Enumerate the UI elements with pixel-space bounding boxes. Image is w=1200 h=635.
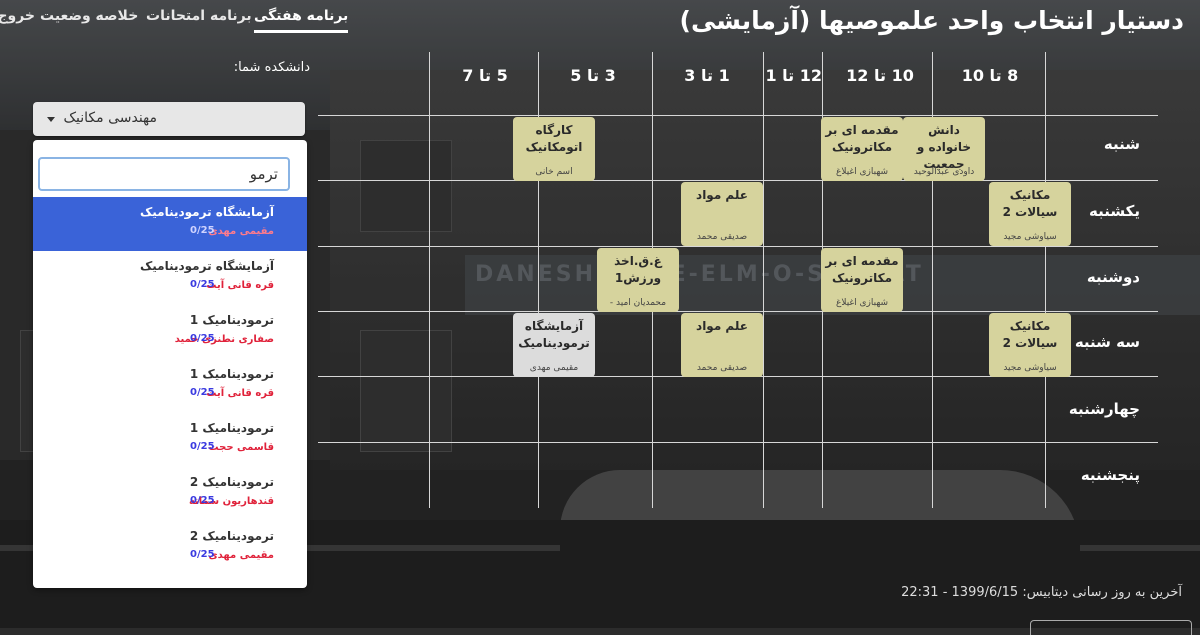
course-option[interactable]: ترمودینامیک 1 قاسمی حجت 0/25 [33, 413, 307, 467]
class-name: علم مواد [696, 188, 748, 202]
class-card[interactable]: مکانیک سیالات 2 سیاوشی مجید [989, 182, 1071, 246]
time-header: 10 تا 12 [846, 66, 914, 85]
class-card[interactable]: غ.ق.اخذ ورزش1 محمدیان امید - [597, 248, 679, 312]
class-name: آزمایشگاه ترمودینامیک [518, 319, 590, 350]
course-option-title: ترمودینامیک 2 [189, 475, 274, 489]
course-option-title: ترمودینامیک 1 [189, 421, 274, 435]
class-name: علم مواد [696, 319, 748, 333]
course-option-professor: مقیمی مهدی [208, 550, 274, 561]
class-name: مکانیک سیالات 2 [1002, 188, 1058, 219]
grid-line [318, 115, 1158, 116]
course-option-title: آزمایشگاه ترمودینامیک [139, 259, 274, 273]
class-instructor: سیاوشی مجید [1003, 232, 1057, 242]
day-label: دوشنبه [1086, 268, 1140, 286]
last-update-text: آخرین به روز رسانی دیتابیس: 1399/6/15 - … [901, 585, 1182, 600]
class-instructor: داودی عبدالوحید [913, 167, 975, 177]
class-instructor: صدیقی محمد [696, 363, 748, 373]
class-instructor: سیاوشی مجید [1003, 363, 1057, 373]
class-card[interactable]: مقدمه ای بر مکاترونیک شهبازی اغیلاغ [821, 117, 903, 181]
class-name: غ.ق.اخذ ورزش1 [614, 254, 662, 285]
app-title: دستیار انتخاب واحد علموصیها (آزمایشی) [679, 6, 1184, 35]
course-option-capacity: 0/25 [190, 279, 215, 290]
class-card[interactable]: دانش خانواده و جمعیت داودی عبدالوحید [903, 117, 985, 181]
class-instructor: محمدیان امید - [609, 298, 667, 308]
grid-line [318, 442, 1158, 443]
tab-weekly-schedule[interactable]: برنامه هفتگی [254, 8, 349, 33]
grid-line [1045, 52, 1046, 508]
day-label: چهارشنبه [1068, 400, 1140, 418]
course-option-professor: قره قانی آیت [206, 388, 274, 399]
class-name: مکانیک سیالات 2 [1002, 319, 1058, 350]
course-option-professor: قاسمی حجت [208, 442, 274, 453]
class-instructor: شهبازی اغیلاغ [835, 167, 889, 177]
course-option-title: ترمودینامیک 1 [189, 313, 274, 327]
course-option-capacity: 0/25 [190, 441, 215, 452]
faculty-selected-value: مهندسی مکانیک [63, 110, 157, 126]
grid-line [318, 180, 1158, 181]
faculty-label: دانشکده شما: [233, 60, 310, 75]
grid-line [429, 52, 430, 508]
time-header: 1 تا 3 [684, 66, 730, 85]
faculty-select[interactable]: مهندسی مکانیک [33, 102, 305, 136]
course-dropdown: آزمایشگاه ترمودینامیک مقیمی مهدی 0/25 آز… [33, 140, 307, 588]
time-header: 12 تا 1 [765, 66, 822, 85]
class-card[interactable]: مکانیک سیالات 2 سیاوشی مجید [989, 313, 1071, 377]
grid-line [318, 311, 1158, 312]
class-card[interactable]: آزمایشگاه ترمودینامیک مقیمی مهدی [513, 313, 595, 377]
tab-exam-schedule[interactable]: برنامه امتحانات [146, 8, 252, 30]
caret-down-icon [47, 117, 55, 122]
day-label: سه شنبه [1074, 333, 1140, 351]
time-header: 8 تا 10 [961, 66, 1019, 85]
course-option-title: ترمودینامیک 2 [189, 529, 274, 543]
day-label: یکشنبه [1089, 202, 1140, 220]
class-card[interactable]: مقدمه ای بر مکاترونیک شهبازی اغیلاغ [821, 248, 903, 312]
class-name: دانش خانواده و جمعیت [916, 123, 972, 171]
course-option-capacity: 0/25 [190, 549, 215, 560]
class-name: کارگاه اتومکانیک [525, 123, 583, 154]
course-option-title: ترمودینامیک 1 [189, 367, 274, 381]
tab-status-summary[interactable]: خلاصه وضعیت [40, 8, 138, 30]
class-card[interactable]: علم مواد صدیقی محمد [681, 182, 763, 246]
class-instructor: مقیمی مهدی [529, 363, 579, 373]
class-name: مقدمه ای بر مکاترونیک [825, 254, 899, 285]
course-option[interactable]: ترمودینامیک 2 مقیمی مهدی 0/25 [33, 521, 307, 575]
course-option[interactable]: ترمودینامیک 1 قره قانی آیت 0/25 [33, 359, 307, 413]
class-name: مقدمه ای بر مکاترونیک [825, 123, 899, 154]
course-option-professor: مقیمی مهدی [208, 226, 274, 237]
day-label: شنبه [1103, 135, 1140, 153]
class-instructor: اسم خانی [535, 167, 573, 177]
course-option-capacity: 0/25 [190, 333, 215, 344]
class-instructor: صدیقی محمد [696, 232, 748, 242]
course-option[interactable]: ترمودینامیک 2 قندهاریون سمانه 0/25 [33, 467, 307, 521]
course-option-capacity: 0/25 [190, 495, 215, 506]
grid-line [318, 246, 1158, 247]
class-instructor: شهبازی اغیلاغ [835, 298, 889, 308]
course-option-professor: قره قانی آیت [206, 280, 274, 291]
course-option-title: آزمایشگاه ترمودینامیک [139, 205, 274, 219]
class-card[interactable]: علم مواد صدیقی محمد [681, 313, 763, 377]
course-option-capacity: 0/25 [190, 387, 215, 398]
course-option[interactable]: ترمودینامیک 1 صفاری نطنزی حمید 0/25 [33, 305, 307, 359]
course-search-input[interactable] [38, 157, 290, 191]
grid-line [763, 52, 764, 508]
day-label: پنجشنبه [1080, 466, 1140, 484]
course-option[interactable]: آزمایشگاه ترمودینامیک قره قانی آیت 0/25 [33, 251, 307, 305]
class-card[interactable]: کارگاه اتومکانیک اسم خانی [513, 117, 595, 181]
time-header: 3 تا 5 [570, 66, 616, 85]
time-header: 5 تا 7 [462, 66, 508, 85]
course-option-capacity: 0/25 [190, 225, 215, 236]
course-option[interactable]: آزمایشگاه ترمودینامیک مقیمی مهدی 0/25 [33, 197, 307, 251]
logout-link[interactable]: خروج [0, 8, 35, 30]
